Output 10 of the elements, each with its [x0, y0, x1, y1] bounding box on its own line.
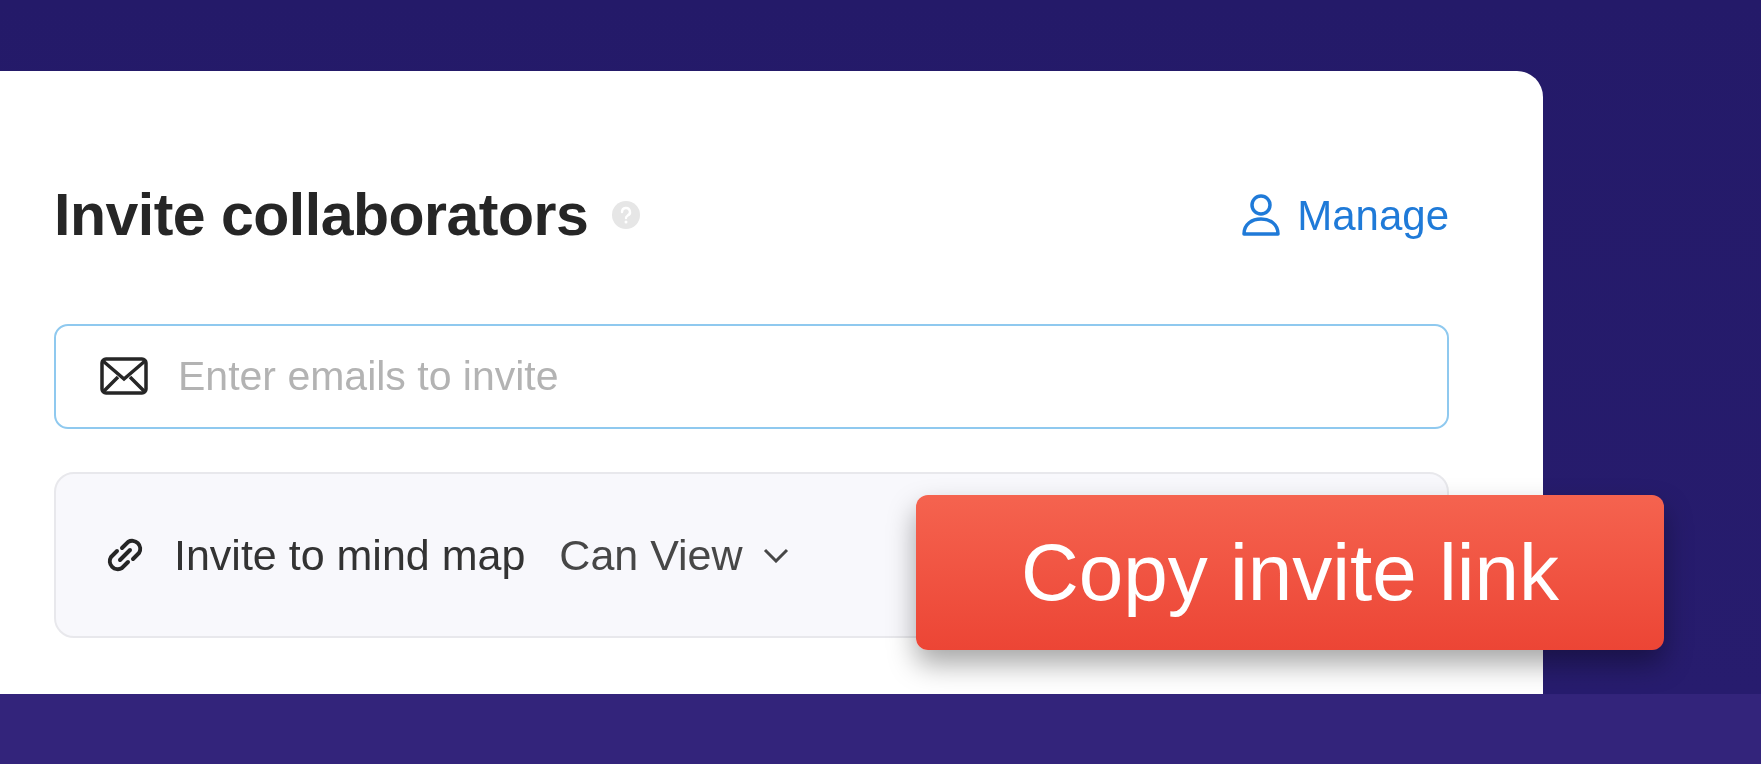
user-icon — [1241, 193, 1282, 238]
dialog-title: Invite collaborators — [54, 183, 589, 248]
copy-invite-link-button[interactable]: Copy invite link — [916, 495, 1664, 650]
manage-link[interactable]: Manage — [1241, 183, 1449, 247]
email-field[interactable]: Enter emails to invite — [54, 323, 1449, 429]
invite-label: Invite to mind map — [174, 529, 526, 581]
permission-dropdown[interactable]: Can View — [559, 522, 789, 588]
help-icon[interactable] — [612, 201, 641, 230]
chevron-down-icon — [762, 546, 789, 563]
mail-icon — [100, 356, 148, 395]
